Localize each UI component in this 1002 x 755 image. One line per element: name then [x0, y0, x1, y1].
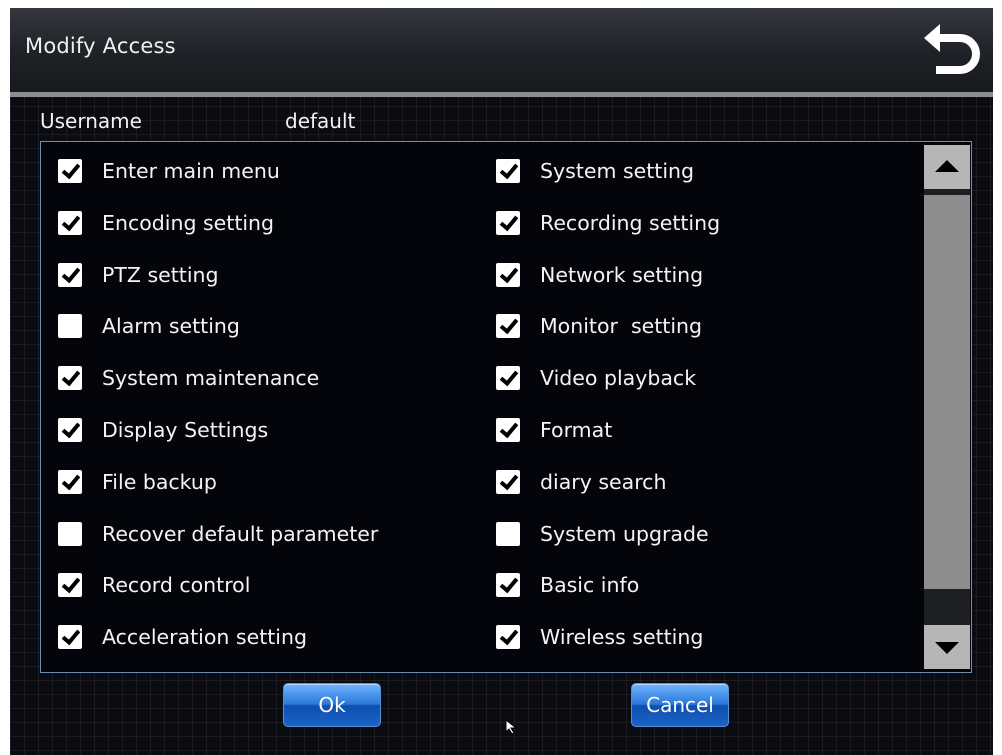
checkbox-checked[interactable] [496, 625, 520, 650]
permission-item[interactable]: Basic info [496, 570, 639, 600]
permission-label: Alarm setting [102, 314, 240, 339]
permission-item[interactable]: Acceleration setting [58, 622, 307, 652]
permission-label: Wireless setting [540, 625, 704, 650]
triangle-down-icon [935, 642, 959, 654]
permission-item[interactable]: Encoding setting [58, 208, 274, 238]
permission-label: Basic info [540, 573, 640, 598]
permission-item[interactable]: Enter main menu [58, 156, 280, 186]
permission-item[interactable]: System setting [496, 156, 694, 186]
checkbox-checked[interactable] [58, 366, 82, 391]
checkbox-checked[interactable] [58, 262, 82, 287]
scroll-down-button[interactable] [924, 625, 970, 669]
scroll-thumb[interactable] [924, 195, 970, 589]
permission-item[interactable]: Record control [58, 570, 250, 600]
checkbox-checked[interactable] [58, 210, 82, 235]
permission-label: Monitor setting [540, 314, 703, 339]
permission-item[interactable]: Format [496, 415, 612, 445]
mouse-pointer-icon [505, 719, 518, 735]
permission-item[interactable]: Alarm setting [58, 311, 240, 341]
checkbox-unchecked[interactable] [58, 314, 82, 339]
permission-label: Recording setting [540, 210, 721, 235]
permission-label: Format [540, 418, 613, 442]
checkbox-checked[interactable] [496, 418, 520, 442]
permission-item[interactable]: Monitor setting [496, 311, 702, 341]
checkbox-checked[interactable] [58, 573, 82, 598]
username-value: default [285, 109, 356, 133]
checkbox-checked[interactable] [496, 262, 520, 287]
permission-item[interactable]: System upgrade [496, 519, 709, 549]
back-button[interactable] [922, 20, 984, 78]
checkbox-checked[interactable] [496, 159, 520, 183]
permission-label: Network setting [540, 262, 704, 287]
checkbox-unchecked[interactable] [58, 521, 82, 546]
permission-item[interactable]: Recover default parameter [58, 519, 378, 549]
checkbox-checked[interactable] [496, 469, 520, 494]
permission-item[interactable]: File backup [58, 467, 217, 497]
checkbox-checked[interactable] [58, 159, 82, 183]
title-bar: Modify Access [10, 8, 993, 97]
permission-label: System setting [540, 159, 695, 183]
scrollbar[interactable] [924, 145, 970, 669]
permission-label: System maintenance [102, 366, 320, 391]
permission-label: Acceleration setting [102, 625, 307, 650]
checkbox-checked[interactable] [58, 625, 82, 650]
permission-label: Record control [102, 573, 251, 598]
permission-label: System upgrade [540, 521, 709, 546]
permission-label: Encoding setting [102, 210, 275, 235]
cancel-button[interactable]: Cancel [631, 683, 729, 727]
checkbox-checked[interactable] [496, 210, 520, 235]
checkbox-checked[interactable] [58, 418, 82, 442]
checkbox-checked[interactable] [496, 573, 520, 598]
ok-button[interactable]: Ok [283, 683, 381, 727]
permission-item[interactable]: Recording setting [496, 208, 720, 238]
triangle-up-icon [935, 160, 959, 172]
back-arrow-icon [924, 24, 980, 74]
checkbox-checked[interactable] [58, 469, 82, 494]
permission-item[interactable]: PTZ setting [58, 260, 219, 290]
permission-item[interactable]: Video playback [496, 363, 696, 393]
checkbox-checked[interactable] [496, 366, 520, 391]
permission-label: Recover default parameter [102, 521, 379, 546]
window-title: Modify Access [25, 34, 176, 58]
permission-item[interactable]: Display Settings [58, 415, 268, 445]
permission-label: Display Settings [102, 418, 269, 442]
permission-item[interactable]: Network setting [496, 260, 703, 290]
permission-label: File backup [102, 469, 217, 494]
checkbox-checked[interactable] [496, 314, 520, 339]
scroll-up-button[interactable] [924, 145, 970, 189]
permission-label: Video playback [540, 366, 697, 391]
permission-item[interactable]: System maintenance [58, 363, 319, 393]
modify-access-screen: Modify Access Username default Enter mai… [10, 8, 993, 755]
permission-label: PTZ setting [102, 262, 219, 287]
permissions-list: Enter main menu Encoding setting PTZ setti… [40, 141, 972, 673]
permission-label: Enter main menu [102, 159, 280, 183]
permission-item[interactable]: diary search [496, 467, 666, 497]
permission-label: diary search [540, 469, 667, 494]
permission-item[interactable]: Wireless setting [496, 622, 703, 652]
checkbox-unchecked[interactable] [496, 521, 520, 546]
username-label: Username [40, 109, 142, 133]
